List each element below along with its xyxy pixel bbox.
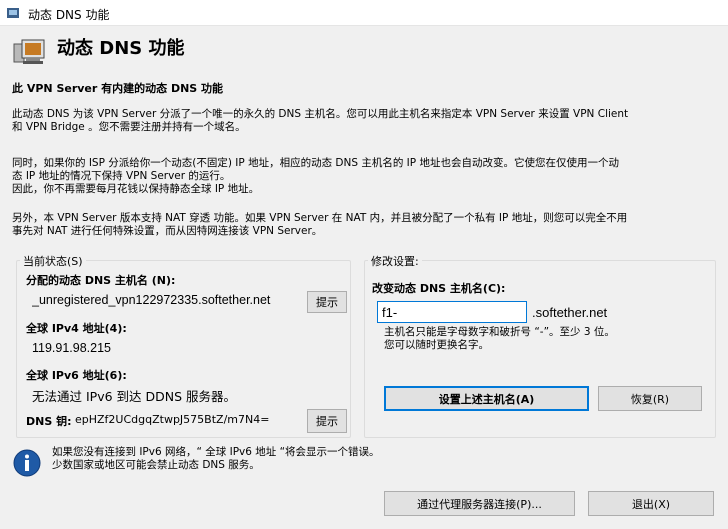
info-icon	[13, 449, 41, 477]
proxy-connect-button[interactable]: 通过代理服务器连接(P)...	[384, 491, 575, 516]
page-title: 动态 DNS 功能	[57, 38, 185, 59]
text-line: 同时，如果你的 ISP 分派给你一个动态(不固定) IP 地址，相应的动态 DN…	[12, 157, 619, 169]
ipv6-label: 全球 IPv6 地址(6):	[26, 369, 127, 382]
dns-key-value: epHZf2UCdgqZtwpJ575BtZ/m7N4=	[75, 413, 270, 426]
text-line: 和 VPN Bridge 。您不需要注册并持有一个域名。	[12, 121, 246, 133]
ipv6-value: 无法通过 IPv6 到达 DDNS 服务器。	[32, 389, 237, 404]
text-line: 主机名只能是字母数字和破折号 “-”。至少 3 位。	[384, 326, 615, 338]
current-status-legend: 当前状态(S)	[20, 253, 86, 269]
set-hostname-button[interactable]: 设置上述主机名(A)	[384, 386, 589, 411]
text-line: 态 IP 地址的情况下保持 VPN Server 的运行。	[12, 170, 231, 182]
change-hostname-label: 改变动态 DNS 主机名(C):	[372, 282, 506, 295]
text-line: 此动态 DNS 为该 VPN Server 分派了一个唯一的永久的 DNS 主机…	[12, 108, 629, 120]
window-titlebar: 动态 DNS 功能	[0, 0, 728, 26]
text-line: 您可以随时更换名字。	[384, 339, 489, 351]
restore-button[interactable]: 恢复(R)	[598, 386, 702, 411]
ipv4-label: 全球 IPv4 地址(4):	[26, 322, 127, 335]
ipv4-value: 119.91.98.215	[32, 341, 112, 355]
text-line: 另外，本 VPN Server 版本支持 NAT 穿透 功能。如果 VPN Se…	[12, 212, 628, 224]
footer-note: 如果您没有连接到 IPv6 网络，“ 全球 IPv6 地址 “将会显示一个错误。…	[52, 446, 380, 472]
intro-paragraph-1: 此动态 DNS 为该 VPN Server 分派了一个唯一的永久的 DNS 主机…	[12, 108, 718, 134]
text-line: 少数国家或地区可能会禁止动态 DNS 服务。	[52, 459, 260, 471]
hostname-suffix: .softether.net	[532, 305, 608, 320]
hostname-label: 分配的动态 DNS 主机名 (N):	[26, 274, 176, 287]
text-line: 事先对 NAT 进行任何特殊设置，而从因特网连接该 VPN Server。	[12, 225, 323, 237]
hostname-hint-button[interactable]: 提示	[307, 291, 347, 313]
section-heading: 此 VPN Server 有内建的动态 DNS 功能	[12, 82, 224, 95]
change-settings-legend: 修改设置:	[368, 253, 422, 269]
computer-icon	[13, 39, 45, 64]
dns-key-label: DNS 钥:	[26, 415, 72, 428]
text-line: 因此，你不再需要每月花钱以保持静态全球 IP 地址。	[12, 183, 260, 195]
intro-paragraph-3: 另外，本 VPN Server 版本支持 NAT 穿透 功能。如果 VPN Se…	[12, 212, 718, 238]
text-line: 如果您没有连接到 IPv6 网络，“ 全球 IPv6 地址 “将会显示一个错误。	[52, 446, 380, 458]
hostname-hint: 主机名只能是字母数字和破折号 “-”。至少 3 位。 您可以随时更换名字。	[384, 326, 615, 352]
hostname-value: _unregistered_vpn122972335.softether.net	[32, 293, 271, 307]
app-icon	[7, 8, 19, 18]
exit-button[interactable]: 退出(X)	[588, 491, 714, 516]
dns-key-hint-button[interactable]: 提示	[307, 409, 347, 433]
intro-paragraph-2: 同时，如果你的 ISP 分派给你一个动态(不固定) IP 地址，相应的动态 DN…	[12, 157, 718, 196]
hostname-input[interactable]	[377, 301, 527, 323]
window-title: 动态 DNS 功能	[28, 8, 110, 22]
